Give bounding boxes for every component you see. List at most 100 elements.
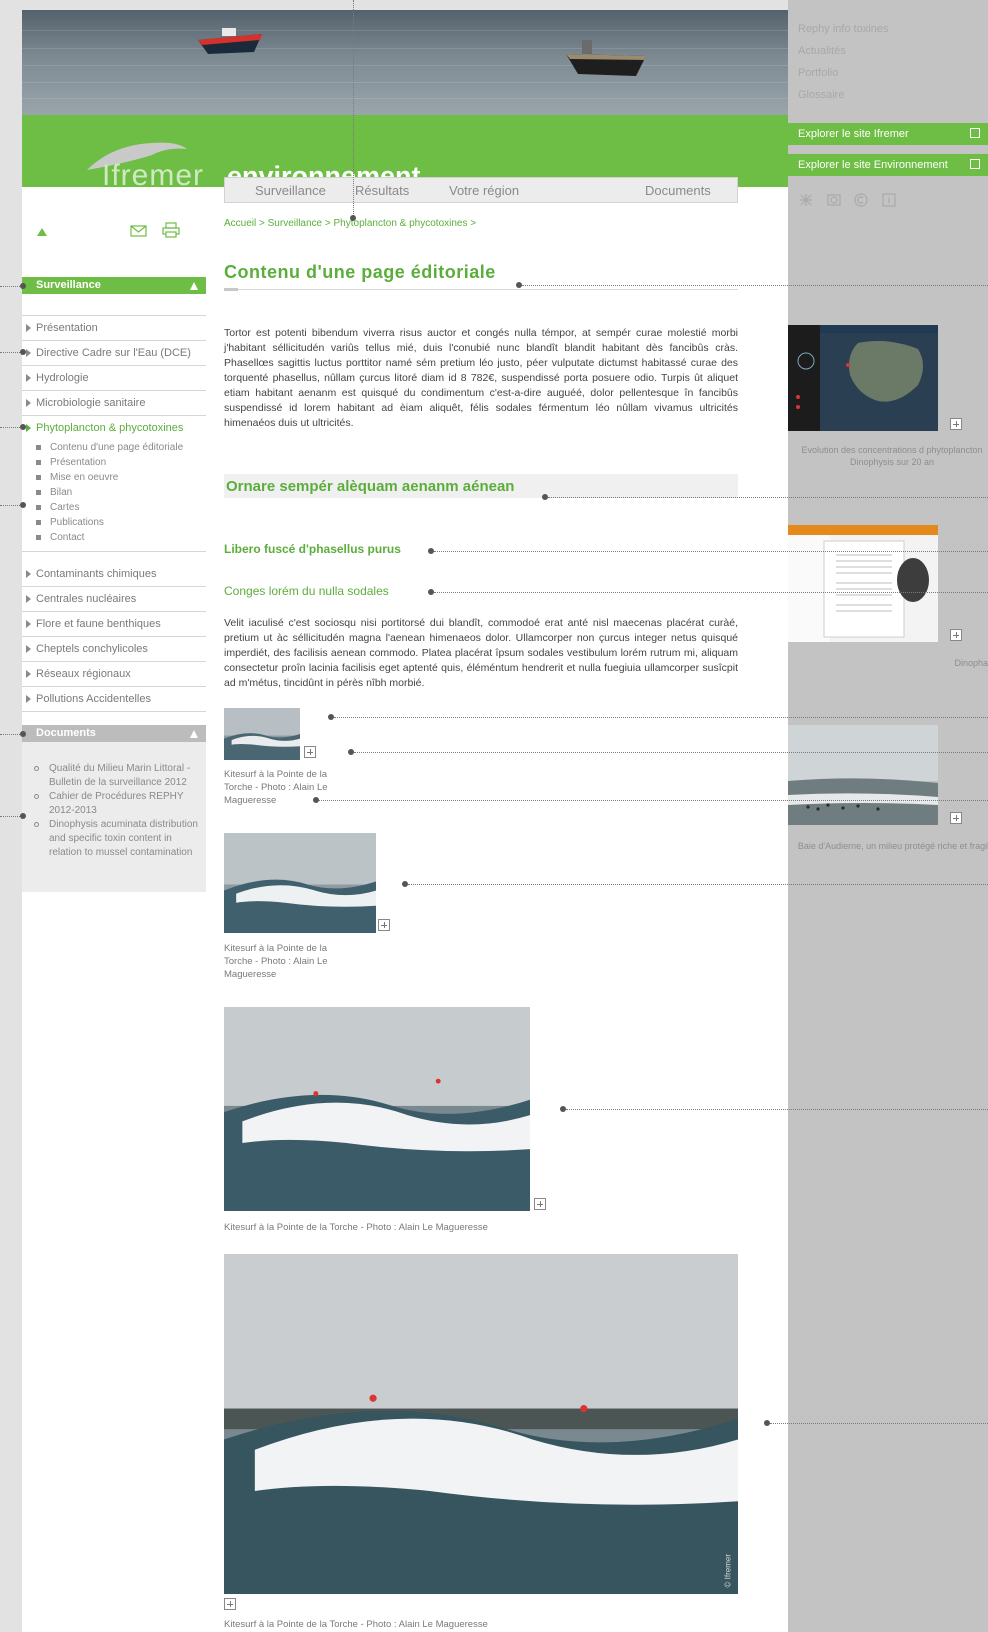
rss-icon[interactable] xyxy=(800,194,812,206)
annotation-marker xyxy=(20,502,26,508)
top-nav: Surveillance Résultats Votre région Docu… xyxy=(224,177,738,203)
left-nav-centrales[interactable]: Centrales nucléaires xyxy=(22,587,206,612)
subheading-libero: Libero fuscé d'phasellus purus xyxy=(224,542,401,556)
right-map-image[interactable] xyxy=(788,325,938,431)
left-nav-microbiologie[interactable]: Microbiologie sanitaire xyxy=(22,391,206,416)
right-nav-rephy[interactable]: Rephy info toxines xyxy=(798,23,889,35)
documents-title: Documents xyxy=(36,727,96,739)
right-nav-glossaire[interactable]: Glossaire xyxy=(798,89,844,101)
annotation-marker xyxy=(350,215,356,221)
photo-watermark: © Ifremer xyxy=(723,1554,732,1588)
menu-icon xyxy=(970,128,980,138)
left-subnav-cartes[interactable]: Cartes xyxy=(22,500,206,515)
kitesurf-photo-medium[interactable] xyxy=(224,833,376,933)
left-nav-presentation[interactable]: Présentation xyxy=(22,316,206,341)
enlarge-icon[interactable] xyxy=(304,746,316,758)
left-nav-phytoplancton[interactable]: Phytoplancton & phycotoxines xyxy=(22,416,206,440)
annotation-marker xyxy=(20,424,26,430)
back-to-top-icon[interactable] xyxy=(36,226,48,238)
left-nav-reseaux[interactable]: Réseaux régionaux xyxy=(22,662,206,687)
annotation-line xyxy=(434,551,988,552)
left-subnav-bilan[interactable]: Bilan xyxy=(22,485,206,500)
arrow-right-icon xyxy=(26,349,31,357)
bullet-icon xyxy=(34,822,39,827)
annotation-line xyxy=(353,0,354,218)
kitesurf-photo-small[interactable] xyxy=(224,708,300,760)
left-nav-pollutions[interactable]: Pollutions Accidentelles xyxy=(22,687,206,712)
enlarge-icon[interactable] xyxy=(950,418,962,430)
annotation-line xyxy=(0,286,20,287)
subheading-conges: Conges lorém du nulla sodales xyxy=(224,584,389,598)
right-doc-caption: Dinopha xyxy=(954,658,988,668)
annotation-line xyxy=(334,717,988,718)
left-nav: Présentation Directive Cadre sur l'Eau (… xyxy=(22,315,206,712)
menu-icon xyxy=(970,159,980,169)
section-heading-box: Ornare sempér alèquam aenanm aénean xyxy=(224,474,738,498)
collapse-icon[interactable] xyxy=(190,282,198,290)
copyright-icon[interactable] xyxy=(854,193,868,207)
brand-logo[interactable]: Ifremer xyxy=(102,159,204,193)
bullet-icon xyxy=(36,505,41,510)
bullet-icon xyxy=(36,520,41,525)
annotation-line xyxy=(770,1423,988,1424)
kitesurf-photo-xlarge[interactable]: © Ifremer xyxy=(224,1254,738,1594)
arrow-right-icon xyxy=(26,695,31,703)
enlarge-icon[interactable] xyxy=(950,629,962,641)
documents-list: Qualité du Milieu Marin Littoral - Bulle… xyxy=(22,742,206,892)
enlarge-icon[interactable] xyxy=(950,812,962,824)
annotation-line xyxy=(354,752,988,753)
right-nav-actualites[interactable]: Actualités xyxy=(798,45,846,57)
annotation-line xyxy=(408,884,988,885)
page-title: Contenu d'une page éditoriale xyxy=(224,262,496,282)
photo-caption-long: Kitesurf à la Pointe de la Torche - Phot… xyxy=(224,1222,488,1233)
section-heading: Ornare sempér alèquam aenanm aénean xyxy=(226,478,515,495)
explore-ifremer-label: Explorer le site Ifremer xyxy=(798,128,909,140)
left-nav-contaminants[interactable]: Contaminants chimiques xyxy=(22,562,206,587)
surveillance-header[interactable]: Surveillance xyxy=(22,277,206,294)
annotation-marker xyxy=(20,283,26,289)
photo-caption: Kitesurf à la Pointe de la Torche - Phot… xyxy=(224,943,328,980)
documents-header[interactable]: Documents xyxy=(22,725,206,742)
left-subnav-contenu[interactable]: Contenu d'une page éditoriale xyxy=(22,440,206,455)
bullet-icon xyxy=(34,794,39,799)
left-subnav-contact[interactable]: Contact xyxy=(22,530,206,552)
annotation-line xyxy=(548,497,988,498)
left-subnav-mise-en-oeuvre[interactable]: Mise en oeuvre xyxy=(22,470,206,485)
email-icon[interactable] xyxy=(827,194,841,206)
left-nav-dce[interactable]: Directive Cadre sur l'Eau (DCE) xyxy=(22,341,206,366)
left-nav-cheptels[interactable]: Cheptels conchylicoles xyxy=(22,637,206,662)
document-link[interactable]: Qualité du Milieu Marin Littoral - Bulle… xyxy=(22,762,206,790)
explore-env-label: Explorer le site Environnement xyxy=(798,159,948,171)
top-nav-votre-region[interactable]: Votre région xyxy=(449,183,519,198)
annotation-line xyxy=(0,427,20,428)
explore-env-button[interactable]: Explorer le site Environnement xyxy=(788,154,988,176)
right-document-image[interactable] xyxy=(788,525,938,642)
right-beach-image[interactable] xyxy=(788,725,938,825)
explore-ifremer-button[interactable]: Explorer le site Ifremer xyxy=(788,123,988,145)
bullet-icon xyxy=(36,490,41,495)
top-nav-documents[interactable]: Documents xyxy=(645,183,711,198)
enlarge-icon[interactable] xyxy=(378,919,390,931)
annotation-line xyxy=(0,352,20,353)
document-link[interactable]: Cahier de Procédures REPHY 2012-2013 xyxy=(22,790,206,818)
enlarge-icon[interactable] xyxy=(534,1198,546,1210)
intro-paragraph: Tortor est potenti bibendum viverra risu… xyxy=(224,327,738,429)
enlarge-icon[interactable] xyxy=(224,1598,236,1610)
info-icon[interactable] xyxy=(882,193,896,207)
left-nav-flore-faune[interactable]: Flore et faune benthiques xyxy=(22,612,206,637)
arrow-right-icon xyxy=(26,645,31,653)
left-subnav-publications[interactable]: Publications xyxy=(22,515,206,530)
kitesurf-photo-large[interactable] xyxy=(224,1007,530,1211)
banner-photo xyxy=(22,10,788,115)
top-nav-resultats[interactable]: Résultats xyxy=(355,183,409,198)
annotation-line xyxy=(0,505,20,506)
print-icon[interactable] xyxy=(162,222,180,238)
email-icon[interactable] xyxy=(130,224,148,238)
arrow-right-icon xyxy=(26,620,31,628)
left-nav-hydrologie[interactable]: Hydrologie xyxy=(22,366,206,391)
collapse-icon[interactable] xyxy=(190,730,198,738)
right-nav-portfolio[interactable]: Portfolio xyxy=(798,67,838,79)
top-nav-surveillance[interactable]: Surveillance xyxy=(255,183,326,198)
document-link[interactable]: Dinophysis acuminata distribution and sp… xyxy=(22,818,206,860)
left-subnav-presentation[interactable]: Présentation xyxy=(22,455,206,470)
